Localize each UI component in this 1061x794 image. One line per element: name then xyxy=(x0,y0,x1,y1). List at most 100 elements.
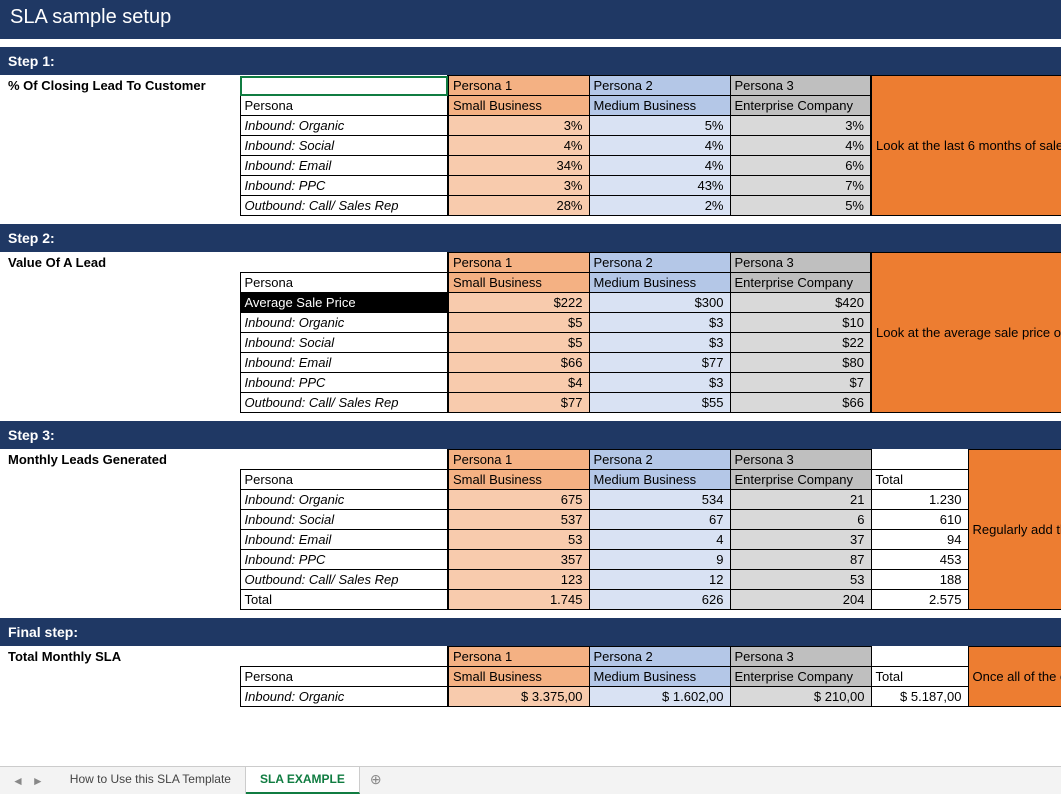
persona3-name[interactable]: Enterprise Company xyxy=(730,470,871,490)
cell[interactable]: $22 xyxy=(730,333,871,353)
cell[interactable]: 123 xyxy=(448,570,589,590)
row-persona[interactable]: Persona xyxy=(240,667,448,687)
row-label[interactable]: Outbound: Call/ Sales Rep xyxy=(240,570,448,590)
cell[interactable]: $4 xyxy=(448,373,589,393)
cell[interactable]: 2.575 xyxy=(871,590,968,610)
cell[interactable]: 5% xyxy=(589,116,730,136)
row-label[interactable]: Inbound: Email xyxy=(240,530,448,550)
row-label[interactable]: Inbound: Organic xyxy=(240,313,448,333)
cell[interactable]: $420 xyxy=(730,293,871,313)
cell[interactable]: 1.745 xyxy=(448,590,589,610)
empty-cell[interactable] xyxy=(240,647,448,667)
cell[interactable]: 12 xyxy=(589,570,730,590)
row-label[interactable]: Inbound: PPC xyxy=(240,373,448,393)
persona3-header[interactable]: Persona 3 xyxy=(730,647,871,667)
row-label[interactable]: Inbound: PPC xyxy=(240,176,448,196)
cell[interactable]: 3% xyxy=(448,116,589,136)
row-label[interactable]: Inbound: Social xyxy=(240,136,448,156)
cell[interactable]: 6 xyxy=(730,510,871,530)
persona1-name[interactable]: Small Business xyxy=(448,96,589,116)
persona3-header[interactable]: Persona 3 xyxy=(730,76,871,96)
cell[interactable]: $ 210,00 xyxy=(730,687,871,707)
cell[interactable]: 43% xyxy=(589,176,730,196)
cell[interactable]: 7% xyxy=(730,176,871,196)
cell[interactable]: 3% xyxy=(730,116,871,136)
cell[interactable]: 3% xyxy=(448,176,589,196)
empty-cell[interactable] xyxy=(240,450,448,470)
persona1-header[interactable]: Persona 1 xyxy=(448,253,589,273)
cell[interactable]: $300 xyxy=(589,293,730,313)
cell[interactable]: 675 xyxy=(448,490,589,510)
cell[interactable]: $5 xyxy=(448,313,589,333)
row-label[interactable]: Outbound: Call/ Sales Rep xyxy=(240,393,448,413)
empty-cell[interactable] xyxy=(871,647,968,667)
cell[interactable]: 34% xyxy=(448,156,589,176)
row-total[interactable]: Total xyxy=(240,590,448,610)
total-header[interactable]: Total xyxy=(871,667,968,687)
row-label[interactable]: Inbound: Social xyxy=(240,510,448,530)
row-label[interactable]: Inbound: Social xyxy=(240,333,448,353)
persona2-name[interactable]: Medium Business xyxy=(589,470,730,490)
nav-next-icon[interactable]: ► xyxy=(28,774,48,788)
persona2-name[interactable]: Medium Business xyxy=(589,667,730,687)
persona1-name[interactable]: Small Business xyxy=(448,667,589,687)
cell[interactable]: 204 xyxy=(730,590,871,610)
row-label[interactable]: Outbound: Call/ Sales Rep xyxy=(240,196,448,216)
cell[interactable]: $ 5.187,00 xyxy=(871,687,968,707)
sheet-tab-sla-example[interactable]: SLA EXAMPLE xyxy=(246,767,360,794)
cell[interactable]: 4% xyxy=(730,136,871,156)
cell[interactable]: $3 xyxy=(589,373,730,393)
persona1-name[interactable]: Small Business xyxy=(448,273,589,293)
cell[interactable]: 4% xyxy=(589,136,730,156)
cell[interactable]: $3 xyxy=(589,333,730,353)
cell[interactable]: 4% xyxy=(448,136,589,156)
persona1-header[interactable]: Persona 1 xyxy=(448,647,589,667)
persona3-name[interactable]: Enterprise Company xyxy=(730,96,871,116)
cell[interactable]: $77 xyxy=(589,353,730,373)
cell[interactable]: $77 xyxy=(448,393,589,413)
empty-cell[interactable] xyxy=(871,450,968,470)
cell[interactable]: 67 xyxy=(589,510,730,530)
row-label[interactable]: Inbound: Organic xyxy=(240,687,448,707)
persona3-header[interactable]: Persona 3 xyxy=(730,253,871,273)
cell[interactable]: $66 xyxy=(448,353,589,373)
row-persona[interactable]: Persona xyxy=(240,273,448,293)
cell[interactable]: $7 xyxy=(730,373,871,393)
cell[interactable]: $ 1.602,00 xyxy=(589,687,730,707)
cell[interactable]: 53 xyxy=(730,570,871,590)
cell[interactable]: 37 xyxy=(730,530,871,550)
row-label[interactable]: Inbound: PPC xyxy=(240,550,448,570)
cell[interactable]: $80 xyxy=(730,353,871,373)
persona1-header[interactable]: Persona 1 xyxy=(448,76,589,96)
cell[interactable]: 534 xyxy=(589,490,730,510)
persona1-name[interactable]: Small Business xyxy=(448,470,589,490)
cell[interactable]: 53 xyxy=(448,530,589,550)
cell[interactable]: 28% xyxy=(448,196,589,216)
persona2-name[interactable]: Medium Business xyxy=(589,96,730,116)
row-persona[interactable]: Persona xyxy=(240,470,448,490)
sheet-tab-howto[interactable]: How to Use this SLA Template xyxy=(56,767,246,794)
cell[interactable]: 6% xyxy=(730,156,871,176)
cell[interactable]: $5 xyxy=(448,333,589,353)
cell[interactable]: $ 3.375,00 xyxy=(448,687,589,707)
cell[interactable]: 2% xyxy=(589,196,730,216)
cell[interactable]: 21 xyxy=(730,490,871,510)
cell[interactable]: 9 xyxy=(589,550,730,570)
cell[interactable]: 87 xyxy=(730,550,871,570)
cell[interactable]: 610 xyxy=(871,510,968,530)
persona2-header[interactable]: Persona 2 xyxy=(589,647,730,667)
cell[interactable]: $222 xyxy=(448,293,589,313)
cell[interactable]: $10 xyxy=(730,313,871,333)
cell[interactable]: 94 xyxy=(871,530,968,550)
cell[interactable]: 357 xyxy=(448,550,589,570)
cell[interactable]: 188 xyxy=(871,570,968,590)
cell[interactable]: 626 xyxy=(589,590,730,610)
sheet-nav[interactable]: ◄ ► xyxy=(0,767,56,794)
persona3-name[interactable]: Enterprise Company xyxy=(730,667,871,687)
persona3-name[interactable]: Enterprise Company xyxy=(730,273,871,293)
cell[interactable]: 537 xyxy=(448,510,589,530)
row-label[interactable]: Inbound: Organic xyxy=(240,490,448,510)
persona2-header[interactable]: Persona 2 xyxy=(589,450,730,470)
cell[interactable]: $3 xyxy=(589,313,730,333)
cell[interactable]: 453 xyxy=(871,550,968,570)
